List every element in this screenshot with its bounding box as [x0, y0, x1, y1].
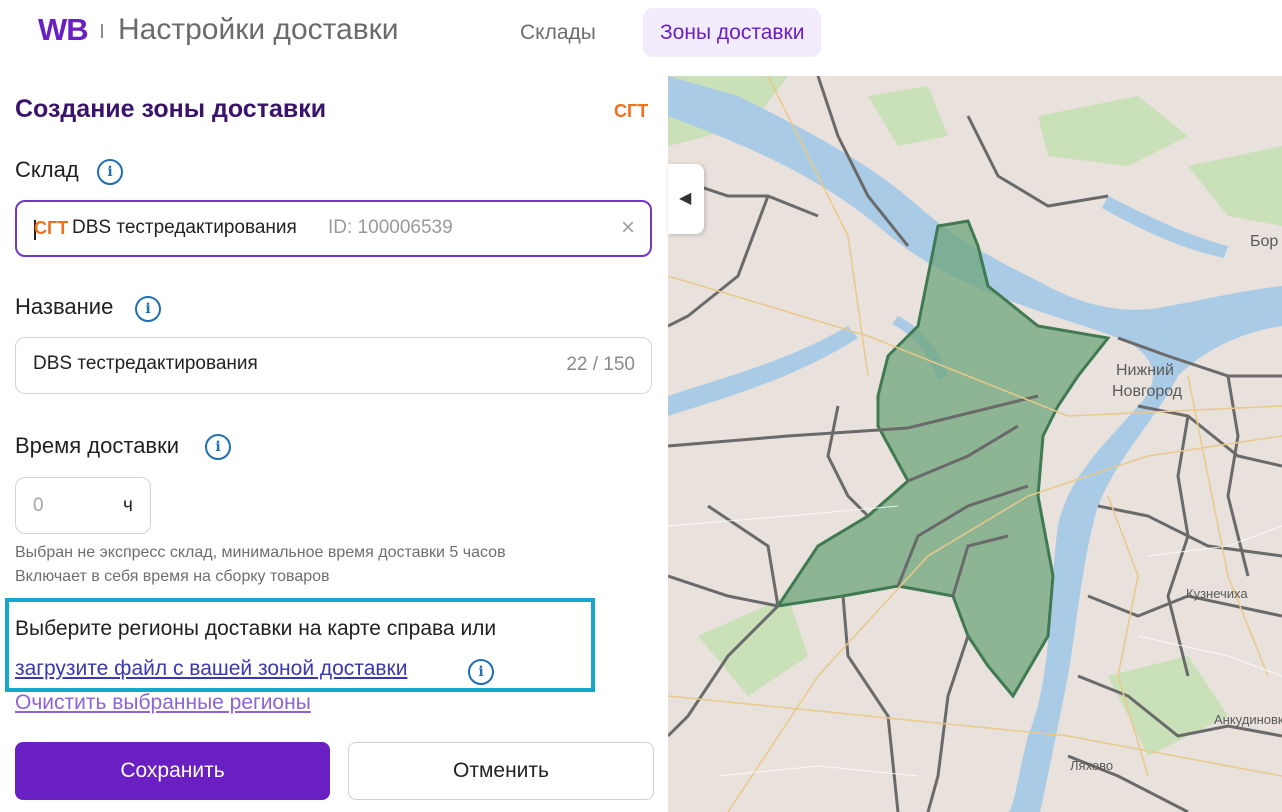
map-canvas[interactable] — [668, 76, 1282, 812]
warehouse-select[interactable]: СГТ DBS тестредактирования ID: 100006539… — [15, 200, 652, 257]
upload-zone-file-link[interactable]: загрузите файл с вашей зоной доставки — [15, 657, 407, 681]
clear-regions-link[interactable]: Очистить выбранные регионы — [15, 691, 311, 715]
wb-logo[interactable]: WB — [38, 12, 89, 48]
logo-separator — [101, 24, 103, 38]
map-label-kuznechikha: Кузнечиха — [1186, 586, 1248, 601]
map-label-lyakhovo: Ляхово — [1070, 758, 1114, 773]
map[interactable]: Нижний Новгород Бор Кузнечиха Анкудиновк… — [668, 76, 1282, 812]
tab-warehouses[interactable]: Склады — [503, 8, 613, 57]
page-title: Настройки доставки — [118, 13, 399, 46]
map-label-ankudinovka: Анкудиновка — [1214, 712, 1282, 727]
city-label-line2: Новгород — [1112, 383, 1183, 400]
warehouse-id: ID: 100006539 — [328, 217, 453, 238]
collapse-panel-button[interactable]: ◀ — [668, 164, 704, 234]
delivery-time-input[interactable]: 0 ч — [15, 477, 151, 534]
delivery-time-unit: ч — [123, 495, 133, 516]
save-button[interactable]: Сохранить — [15, 742, 330, 800]
name-label: Название — [15, 294, 114, 319]
warehouse-label: Склад — [15, 157, 79, 182]
clear-icon[interactable]: × — [621, 214, 635, 242]
form-title: Создание зоны доставки — [15, 95, 327, 123]
cancel-button[interactable]: Отменить — [348, 742, 654, 800]
map-label-bor: Бор — [1250, 233, 1279, 250]
name-info-icon[interactable]: i — [135, 296, 161, 322]
warehouse-info-icon[interactable]: i — [97, 159, 123, 185]
upload-info-icon[interactable]: i — [468, 659, 494, 685]
name-input[interactable]: DBS тестредактирования 22 / 150 — [15, 337, 652, 394]
header: WB Настройки доставки Склады Зоны достав… — [0, 0, 1282, 76]
name-value: DBS тестредактирования — [33, 353, 258, 374]
warehouse-value: DBS тестредактирования — [72, 217, 297, 238]
zone-form-panel: Создание зоны доставки СГТ Склад i СГТ D… — [0, 76, 668, 812]
name-char-counter: 22 / 150 — [566, 354, 635, 375]
chevron-left-icon: ◀ — [679, 190, 692, 207]
warehouse-sgt-tag: СГТ — [34, 218, 69, 238]
regions-instruction: Выберите регионы доставки на карте справ… — [15, 617, 497, 640]
delivery-time-label: Время доставки — [15, 433, 180, 458]
delivery-time-info-icon[interactable]: i — [205, 434, 231, 460]
delivery-time-value: 0 — [33, 495, 44, 516]
sgt-tag: СГТ — [614, 101, 649, 121]
tab-delivery-zones[interactable]: Зоны доставки — [643, 8, 822, 57]
city-label-line1: Нижний — [1116, 362, 1174, 379]
assembly-time-hint: Включает в себя время на сборку товаров — [15, 568, 330, 585]
delivery-time-hint: Выбран не экспресс склад, минимальное вр… — [15, 544, 506, 561]
